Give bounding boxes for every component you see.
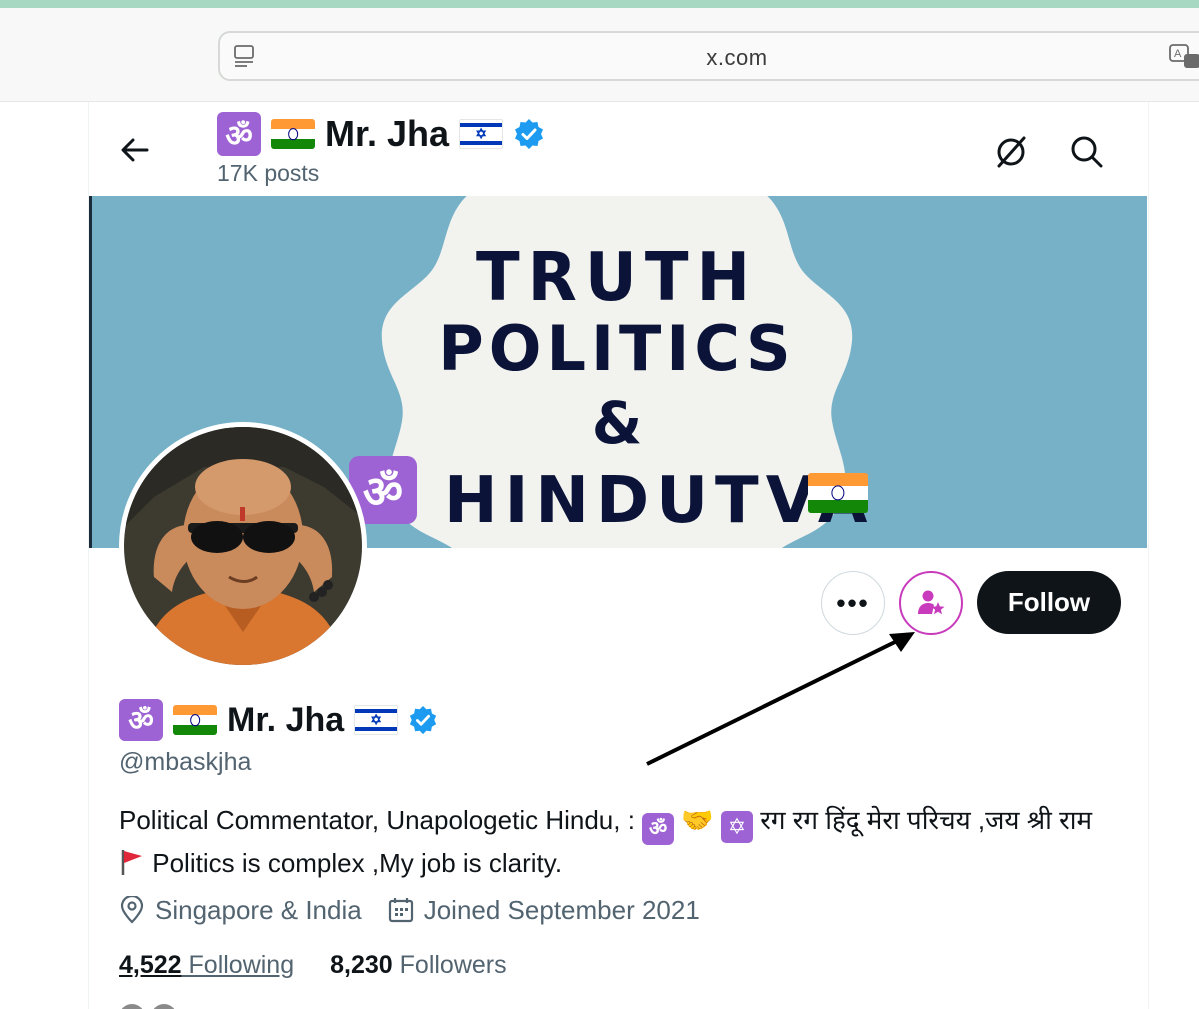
profile-avatar[interactable] <box>119 422 367 670</box>
banner-line-1: TRUTH <box>475 239 759 317</box>
bio-text-2: रग रग हिंदू मेरा परिचय ,जय श्री राम <box>760 805 1092 835</box>
header-display-name: ॐ Mr. Jha ✡ <box>217 110 545 158</box>
follow-stats: 4,522 Following 8,230 Followers <box>119 948 507 982</box>
red-flag-emoji <box>121 850 142 875</box>
followers-link[interactable]: 8,230 Followers <box>330 951 507 980</box>
location-text: Singapore & India <box>155 894 362 925</box>
search-icon[interactable] <box>1069 134 1105 170</box>
india-flag-emoji <box>271 119 315 149</box>
profile-column: ॐ Mr. Jha ✡ 17K posts TRUTH POLITICS & H… <box>88 102 1149 1009</box>
profile-meta: Singapore & India Joined September 2021 <box>119 892 700 928</box>
following-label: Following <box>188 950 295 979</box>
follower-avatar <box>151 1004 177 1009</box>
address-bar[interactable]: x.com <box>218 31 1199 81</box>
follower-avatar <box>119 1004 145 1009</box>
om-emoji: ॐ <box>217 112 261 156</box>
banner-headline: TRUTH POLITICS & <box>427 239 807 457</box>
page: { "browser": { "url": "x.com", "reader_i… <box>0 0 1199 1009</box>
bio-text-3: Politics is complex ,My job is clarity. <box>152 848 563 878</box>
following-count: 4,522 <box>119 950 182 979</box>
profile-bio: Political Commentator, Unapologetic Hind… <box>119 802 1109 881</box>
joined-date: Joined September 2021 <box>423 894 700 925</box>
handshake-emoji: 🤝 <box>681 805 714 835</box>
india-flag-emoji <box>173 705 217 735</box>
arrow-left-icon[interactable] <box>119 134 151 166</box>
location-pin-icon <box>120 896 144 924</box>
user-handle: @mbaskjha <box>119 748 252 776</box>
israel-flag-emoji: ✡ <box>459 119 504 149</box>
profile-header: ॐ Mr. Jha ✡ 17K posts <box>89 102 1150 196</box>
avatar-illustration <box>124 427 362 665</box>
calendar-icon <box>388 898 413 923</box>
annotation-arrow <box>646 632 915 766</box>
followers-count: 8,230 <box>330 950 393 979</box>
following-link[interactable]: 4,522 Following <box>119 951 294 980</box>
display-name: Mr. Jha <box>227 700 345 739</box>
post-count: 17K posts <box>217 160 320 186</box>
banner-india-flag-emoji <box>808 473 868 513</box>
display-name-row: ॐ Mr. Jha ✡ <box>119 698 438 742</box>
svg-text:A: A <box>1174 48 1182 60</box>
follow-button[interactable]: Follow <box>977 571 1121 634</box>
followed-by-preview <box>119 1004 1019 1009</box>
om-emoji: ॐ <box>119 699 163 741</box>
grok-icon[interactable] <box>993 134 1029 170</box>
om-emoji: ॐ <box>642 813 675 845</box>
header-name-text: Mr. Jha <box>325 113 450 154</box>
translate-icon[interactable]: A <box>1168 42 1199 72</box>
banner-line-2: POLITICS <box>438 312 796 385</box>
url-text[interactable]: x.com <box>220 45 1199 71</box>
verified-badge-icon[interactable] <box>408 705 438 735</box>
browser-top-strip <box>0 0 1199 8</box>
israel-flag-emoji: ✡ <box>354 705 399 735</box>
verified-badge-icon <box>515 119 544 149</box>
subscribe-person-star-icon <box>918 590 945 615</box>
banner-line-3: & <box>591 389 643 457</box>
browser-toolbar: x.com A <box>0 8 1199 102</box>
star-of-david-emoji: ✡ <box>721 811 753 843</box>
bio-text-1: Political Commentator, Unapologetic Hind… <box>119 805 643 835</box>
followers-label: Followers <box>399 950 507 979</box>
